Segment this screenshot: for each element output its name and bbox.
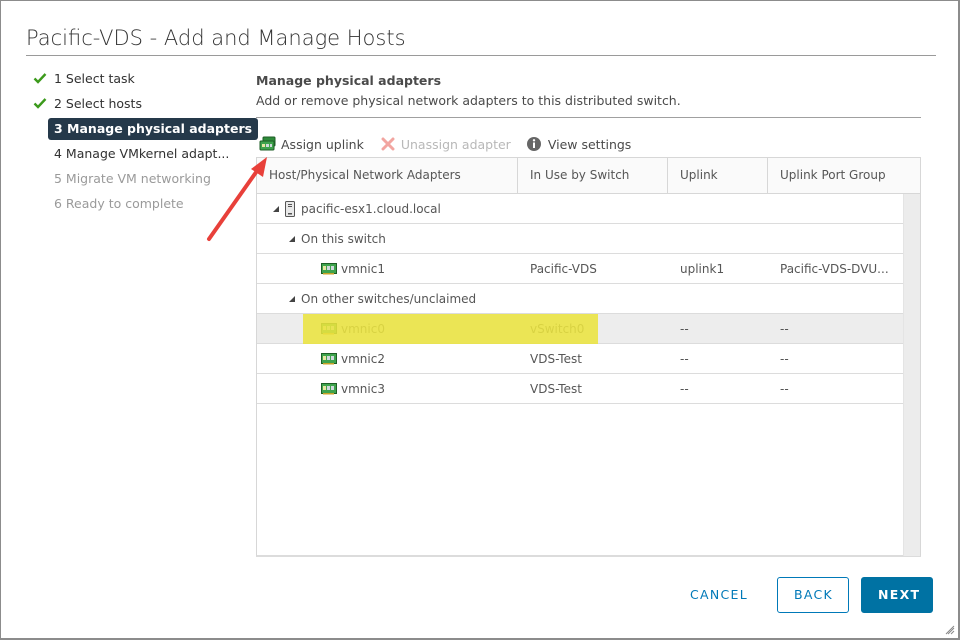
physical-adapters-grid: Host/Physical Network Adapters In Use by… [256,157,921,557]
view-settings-button[interactable]: View settings [526,136,631,152]
adapter-cell: vmnic2 [257,344,518,374]
vertical-scrollbar[interactable] [903,194,920,556]
dialog-footer: CANCEL BACK NEXT [661,577,933,613]
group-cell: On this switch [257,224,518,254]
column-header-uplink[interactable]: Uplink [668,158,768,193]
network-card-icon [321,322,337,334]
step-label: 2 Select hosts [54,96,142,111]
step-label: 5 Migrate VM networking [54,171,211,186]
back-button[interactable]: BACK [777,577,849,613]
step-ready-to-complete: 6 Ready to complete [31,193,241,218]
cancel-button[interactable]: CANCEL [673,577,765,613]
assign-uplink-label: Assign uplink [281,136,364,152]
in-use-by-switch-cell: VDS-Test [530,351,582,366]
section-description: Add or remove physical network adapters … [256,93,681,108]
view-settings-label: View settings [547,136,632,152]
grid-header: Host/Physical Network Adapters In Use by… [257,158,920,194]
title-divider [26,55,936,56]
network-card-icon [321,262,337,274]
remove-x-icon [381,137,395,151]
column-header-in-use-by-switch[interactable]: In Use by Switch [518,158,668,193]
adapter-name: vmnic2 [341,351,385,366]
adapter-row[interactable]: vmnic2 VDS-Test -- -- [257,344,903,374]
grid-body: pacific-esx1.cloud.local On this switch [257,194,903,404]
adapter-cell: vmnic1 [257,254,518,284]
wizard-steps: 1 Select task 2 Select hosts 3 Manage ph… [31,68,259,218]
step-label: 6 Ready to complete [54,196,184,211]
uplink-port-group-cell: -- [780,351,789,366]
host-cell: pacific-esx1.cloud.local [257,194,518,224]
network-card-icon [259,136,276,151]
dialog-title: Pacific-VDS - Add and Manage Hosts [26,26,406,50]
column-header-uplink-port-group[interactable]: Uplink Port Group [768,158,920,193]
collapse-toggle-icon[interactable] [273,205,279,212]
adapter-row[interactable]: vmnic1 Pacific-VDS uplink1 Pacific-VDS-D… [257,254,903,284]
resize-grip-icon[interactable] [945,625,955,635]
adapter-name: vmnic0 [341,321,385,336]
adapter-name: vmnic3 [341,381,385,396]
unassign-adapter-button[interactable]: Unassign adapter [379,136,511,152]
group-label: On other switches/unclaimed [301,291,477,306]
host-name: pacific-esx1.cloud.local [301,201,441,216]
uplink-port-group-cell: -- [780,321,789,336]
adapter-row[interactable]: vmnic3 VDS-Test -- -- [257,374,903,404]
step-label: 3 Manage physical adapters [48,118,259,140]
section-divider [256,117,921,118]
step-manage-vmkernel-adapters[interactable]: 4 Manage VMkernel adapt... [31,143,241,168]
uplink-cell: uplink1 [680,261,725,276]
check-icon [33,98,47,109]
step-label: 4 Manage VMkernel adapt... [54,146,230,161]
column-header-adapters[interactable]: Host/Physical Network Adapters [257,158,518,193]
info-icon [526,137,541,151]
uplink-port-group-cell: -- [780,381,789,396]
group-row-this-switch[interactable]: On this switch [257,224,903,254]
collapse-toggle-icon[interactable] [289,235,295,242]
group-row-other-switches[interactable]: On other switches/unclaimed [257,284,903,314]
check-icon [33,73,47,84]
adapter-cell: vmnic0 [257,314,518,344]
group-label: On this switch [301,231,386,246]
unassign-adapter-label: Unassign adapter [400,136,511,152]
assign-uplink-button[interactable]: Assign uplink [259,136,364,152]
uplink-cell: -- [680,351,689,366]
in-use-by-switch-cell: vSwitch0 [530,321,585,336]
host-row[interactable]: pacific-esx1.cloud.local [257,194,903,224]
add-manage-hosts-dialog: Pacific-VDS - Add and Manage Hosts 1 Sel… [0,0,960,640]
network-card-icon [321,352,337,364]
adapter-cell: vmnic3 [257,374,518,404]
uplink-cell: -- [680,381,689,396]
step-manage-physical-adapters[interactable]: 3 Manage physical adapters [31,118,259,143]
collapse-toggle-icon[interactable] [289,295,295,302]
next-button[interactable]: NEXT [861,577,933,613]
section-title: Manage physical adapters [256,73,442,88]
in-use-by-switch-cell: Pacific-VDS [530,261,597,276]
adapter-toolbar: Assign uplink Unassign adapter View sett… [259,133,646,155]
uplink-port-group-cell: Pacific-VDS-DVU... [780,261,889,276]
group-cell: On other switches/unclaimed [257,284,518,314]
adapter-name: vmnic1 [341,261,385,276]
network-card-icon [321,382,337,394]
content-header: Manage physical adapters Add or remove p… [256,71,921,118]
step-select-hosts[interactable]: 2 Select hosts [31,93,241,118]
step-label: 1 Select task [54,71,135,86]
uplink-cell: -- [680,321,689,336]
step-migrate-vm-networking: 5 Migrate VM networking [31,168,241,193]
host-server-icon [285,200,295,217]
step-select-task[interactable]: 1 Select task [31,68,241,93]
adapter-row-selected[interactable]: vmnic0 vSwitch0 -- -- [257,314,903,344]
in-use-by-switch-cell: VDS-Test [530,381,582,396]
